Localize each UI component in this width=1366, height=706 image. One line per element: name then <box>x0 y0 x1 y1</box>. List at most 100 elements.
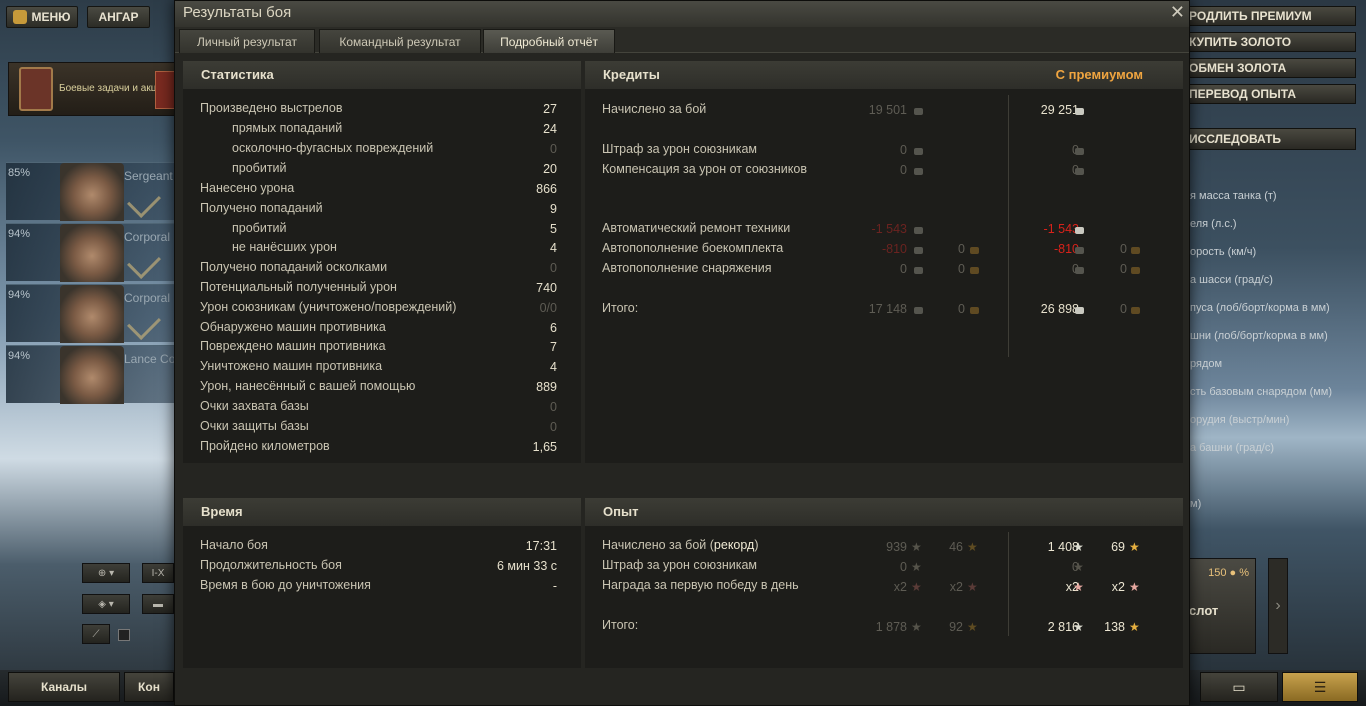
free-xp-star-icon: ★ <box>967 580 978 594</box>
time-label: Начало боя <box>200 538 268 552</box>
crew-rank: Corporal <box>124 230 171 244</box>
hangar-button[interactable]: АНГАР <box>87 6 150 28</box>
nation-filter-dropdown[interactable]: ⊕ ▾ <box>82 563 130 583</box>
credits-icon <box>914 148 923 155</box>
stat-label: пробитий <box>232 161 287 175</box>
tier-filter-dropdown[interactable]: I-X <box>142 563 174 583</box>
buy-slot-button[interactable]: 150 ● % слот <box>1186 558 1256 654</box>
stat-label: Урон, нанесённый с вашей помощью <box>200 379 416 393</box>
xp-star-icon: ★ <box>1073 580 1084 594</box>
tabs-bar: Личный результат Командный результат Под… <box>175 27 1189 53</box>
stat-label: Получено попаданий <box>200 201 323 215</box>
xp-star-icon: ★ <box>911 540 922 554</box>
type-filter-dropdown[interactable]: ◈ ▾ <box>82 594 130 614</box>
credits-icon <box>1075 168 1084 175</box>
carousel-next-arrow-icon[interactable]: › <box>1268 558 1288 654</box>
gold-icon <box>1131 267 1140 274</box>
rank-insignia-icon <box>127 306 161 340</box>
crew-skill-percent: 94% <box>8 289 31 301</box>
window-title: Результаты боя <box>175 1 1189 27</box>
crew-member[interactable]: 94% Lance Co <box>6 345 176 404</box>
stat-label: не нанёсших урон <box>232 240 337 254</box>
channels-button[interactable]: Каналы <box>8 672 120 702</box>
crew-portrait <box>60 224 124 282</box>
credit-label: Автопополнение снаряжения <box>602 261 772 275</box>
crew-member[interactable]: 85% Sergeant <box>6 162 176 221</box>
crew-rank: Sergeant <box>124 169 173 183</box>
credit-label: Автопополнение боекомплекта <box>602 241 784 255</box>
research-button[interactable]: ИССЛЕДОВАТЬ <box>1180 128 1356 150</box>
tab-detailed-report[interactable]: Подробный отчёт <box>483 29 615 53</box>
chat-icon: ▭ <box>1232 678 1246 695</box>
time-label: Время в бою до уничтожения <box>200 578 371 592</box>
xp-star-icon: ★ <box>1073 560 1084 574</box>
gold-icon <box>1131 307 1140 314</box>
credit-label: Штраф за урон союзникам <box>602 142 758 156</box>
gold-premium: 0 <box>1120 262 1127 276</box>
free-xp-base-total: 92 <box>949 620 963 634</box>
convert-xp-button[interactable]: ПЕРЕВОД ОПЫТА <box>1180 84 1356 104</box>
tab-team-result[interactable]: Командный результат <box>319 29 481 53</box>
filter-checkbox[interactable] <box>118 629 130 641</box>
menu-button[interactable]: МЕНЮ <box>6 6 78 28</box>
xp-label: Начислено за бой (рекорд) <box>602 538 759 552</box>
credits-icon <box>1075 247 1084 254</box>
xp-label: Штраф за урон союзникам <box>602 558 758 572</box>
credit-label: Автоматический ремонт техники <box>602 221 791 235</box>
crew-member[interactable]: 94% Corporal <box>6 223 176 282</box>
chat-button[interactable]: ▭ <box>1200 672 1278 702</box>
stat-label: Потенциальный полученный урон <box>200 280 397 294</box>
time-panel: Время Начало боя 17:31 Продолжительность… <box>183 498 581 668</box>
credits-icon <box>914 227 923 234</box>
premium-column-header: С премиумом <box>1055 67 1143 82</box>
premium-separator <box>1008 532 1009 636</box>
experience-panel: Опыт Начислено за бой (рекорд) 939 ★ 46 … <box>585 498 1183 668</box>
credits-icon <box>914 168 923 175</box>
credits-base: 19 501 <box>868 103 907 117</box>
crew-member[interactable]: 94% Corporal <box>6 284 176 343</box>
crew-skill-percent: 94% <box>8 228 31 240</box>
crew-portrait <box>60 346 124 404</box>
stat-label: Пройдено километров <box>200 439 330 453</box>
stat-value: 0 <box>550 400 557 414</box>
stat-value: 0 <box>550 261 557 275</box>
credits-panel: Кредиты С премиумом Начислено за бой 19 … <box>585 61 1183 463</box>
tank-stat: рядом <box>1190 358 1223 370</box>
quests-button[interactable]: Боевые задачи и акции <box>8 62 178 116</box>
stat-label: Произведено выстрелов <box>200 101 343 115</box>
stat-label: Нанесено урона <box>200 181 295 195</box>
free-xp-premium: 69 <box>1111 540 1125 554</box>
vehicle-type-icon: ◈ ▾ <box>98 598 114 610</box>
credits-premium: -1 543 <box>1043 222 1079 236</box>
stat-value: 866 <box>536 182 557 196</box>
stat-value: 4 <box>550 360 557 374</box>
shell-icon: ⟋ <box>92 628 100 640</box>
stat-label: Получено попаданий осколками <box>200 260 388 274</box>
exchange-gold-button[interactable]: ОБМЕН ЗОЛОТА <box>1180 58 1356 78</box>
shell-filter-button[interactable]: ⟋ <box>82 624 110 644</box>
contacts-button[interactable]: Кон <box>124 672 174 702</box>
tank-stat: пуса (лоб/борт/корма в мм) <box>1190 302 1330 314</box>
notifications-button[interactable]: ☰ <box>1282 672 1358 702</box>
stat-value: 24 <box>543 122 557 136</box>
credits-icon <box>1075 307 1084 314</box>
free-xp-star-icon: ★ <box>967 540 978 554</box>
tank-stat: орость (км/ч) <box>1190 246 1257 258</box>
credits-icon <box>1075 148 1084 155</box>
stat-label: осколочно-фугасных повреждений <box>232 141 434 155</box>
time-header: Время <box>183 498 581 526</box>
tank-stat: орудия (выстр/мин) <box>1190 414 1290 426</box>
gold-icon <box>970 267 979 274</box>
premium-separator <box>1008 95 1009 357</box>
buy-gold-button[interactable]: КУПИТЬ ЗОЛОТО <box>1180 32 1356 52</box>
extend-premium-button[interactable]: РОДЛИТЬ ПРЕМИУМ <box>1180 6 1356 26</box>
free-xp-star-icon: ★ <box>1129 580 1140 594</box>
stat-value: 1,65 <box>532 440 557 454</box>
close-icon[interactable]: ✕ <box>1170 2 1185 23</box>
rank-insignia-icon <box>127 245 161 279</box>
stat-label: Уничтожено машин противника <box>200 359 383 373</box>
stat-label: Урон союзникам (уничтожено/повреждений) <box>200 300 457 314</box>
time-label: Продолжительность боя <box>200 558 342 572</box>
tank-filter-button[interactable]: ▬ <box>142 594 174 614</box>
tab-personal-result[interactable]: Личный результат <box>179 29 315 53</box>
